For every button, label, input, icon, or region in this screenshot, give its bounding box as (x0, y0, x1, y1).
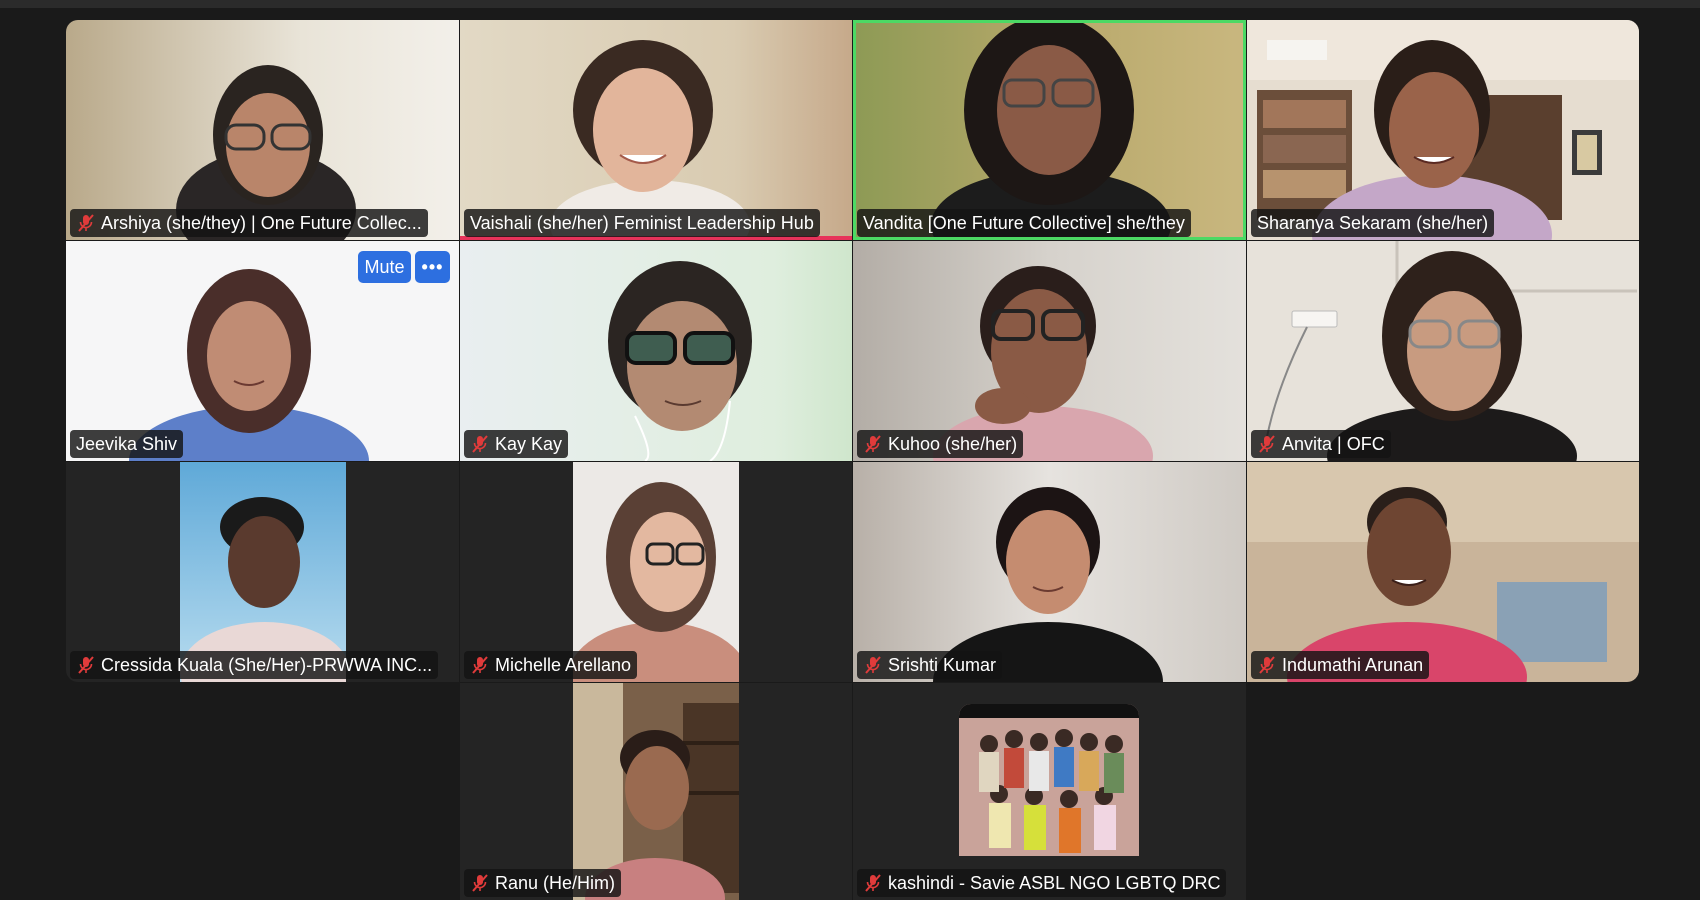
participant-tile[interactable]: Kuhoo (she/her) (853, 241, 1246, 461)
participant-video (1247, 20, 1639, 240)
participant-tile[interactable]: Sharanya Sekaram (she/her) (1247, 20, 1639, 240)
participant-video (460, 20, 852, 240)
participant-nameplate: Kay Kay (464, 430, 569, 458)
participant-nameplate: Vaishali (she/her) Feminist Leadership H… (464, 209, 820, 237)
participant-nameplate: Vandita [One Future Collective] she/they (857, 209, 1191, 237)
participant-nameplate: kashindi - Savie ASBL NGO LGBTQ DRC (857, 869, 1227, 897)
participant-video (573, 683, 739, 900)
muted-mic-icon (865, 656, 881, 674)
participant-video (1247, 462, 1639, 682)
participant-name: Ranu (He/Him) (495, 873, 616, 893)
participant-video (573, 462, 739, 682)
participant-nameplate: Jeevika Shiv (70, 430, 184, 458)
participant-name: Indumathi Arunan (1282, 655, 1424, 675)
participant-name: Michelle Arellano (495, 655, 632, 675)
participant-tile[interactable]: Michelle Arellano (460, 462, 852, 682)
participant-name: Sharanya Sekaram (she/her) (1257, 213, 1489, 233)
participant-video (180, 462, 346, 682)
participant-name: kashindi - Savie ASBL NGO LGBTQ DRC (888, 873, 1221, 893)
participant-tile[interactable]: Anvita | OFC (1247, 241, 1639, 461)
participant-name: Kuhoo (she/her) (888, 434, 1018, 454)
participant-tile[interactable]: Kay Kay (460, 241, 852, 461)
participant-video (66, 20, 459, 240)
participant-tile[interactable]: Ranu (He/Him) (460, 683, 852, 900)
participant-video (853, 462, 1246, 682)
participant-tile[interactable]: Arshiya (she/they) | One Future Collec..… (66, 20, 459, 240)
participant-tile[interactable]: Vaishali (she/her) Feminist Leadership H… (460, 20, 852, 240)
participant-name: Kay Kay (495, 434, 563, 454)
participant-nameplate: Arshiya (she/they) | One Future Collec..… (70, 209, 428, 237)
participant-name: Arshiya (she/they) | One Future Collec..… (101, 213, 422, 233)
participant-nameplate: Anvita | OFC (1251, 430, 1391, 458)
window-top-bar (0, 0, 1700, 8)
muted-mic-icon (472, 874, 488, 892)
participant-tile[interactable]: kashindi - Savie ASBL NGO LGBTQ DRC (853, 683, 1246, 900)
participant-name: Anvita | OFC (1282, 434, 1385, 454)
participant-tile[interactable]: Srishti Kumar (853, 462, 1246, 682)
participant-video (853, 241, 1246, 461)
participant-name: Cressida Kuala (She/Her)-PRWWA INC... (101, 655, 433, 675)
muted-mic-icon (865, 874, 881, 892)
participant-video (460, 241, 852, 461)
participant-nameplate: Srishti Kumar (857, 651, 1003, 679)
participant-nameplate: Ranu (He/Him) (464, 869, 622, 897)
participant-name: Vaishali (she/her) Feminist Leadership H… (470, 213, 814, 233)
muted-mic-icon (472, 656, 488, 674)
more-options-button[interactable]: ••• (415, 251, 450, 283)
participant-name: Vandita [One Future Collective] she/they (863, 213, 1185, 233)
muted-mic-icon (472, 435, 488, 453)
participant-nameplate: Kuhoo (she/her) (857, 430, 1024, 458)
muted-mic-icon (78, 214, 94, 232)
mute-participant-button[interactable]: Mute (358, 251, 411, 283)
muted-mic-icon (1259, 435, 1275, 453)
participant-nameplate: Sharanya Sekaram (she/her) (1251, 209, 1495, 237)
participant-tile-active-speaker[interactable]: Vandita [One Future Collective] she/they (853, 20, 1246, 240)
participant-tile[interactable]: Indumathi Arunan (1247, 462, 1639, 682)
participant-video (853, 20, 1246, 240)
muted-mic-icon (1259, 656, 1275, 674)
participant-name: Srishti Kumar (888, 655, 997, 675)
muted-mic-icon (865, 435, 881, 453)
participant-video (959, 704, 1139, 856)
participant-nameplate: Indumathi Arunan (1251, 651, 1430, 679)
participant-nameplate: Michelle Arellano (464, 651, 638, 679)
participant-tile[interactable]: Cressida Kuala (She/Her)-PRWWA INC... (66, 462, 459, 682)
participant-name: Jeevika Shiv (76, 434, 178, 454)
participant-video (1247, 241, 1639, 461)
participant-nameplate: Cressida Kuala (She/Her)-PRWWA INC... (70, 651, 439, 679)
muted-mic-icon (78, 656, 94, 674)
